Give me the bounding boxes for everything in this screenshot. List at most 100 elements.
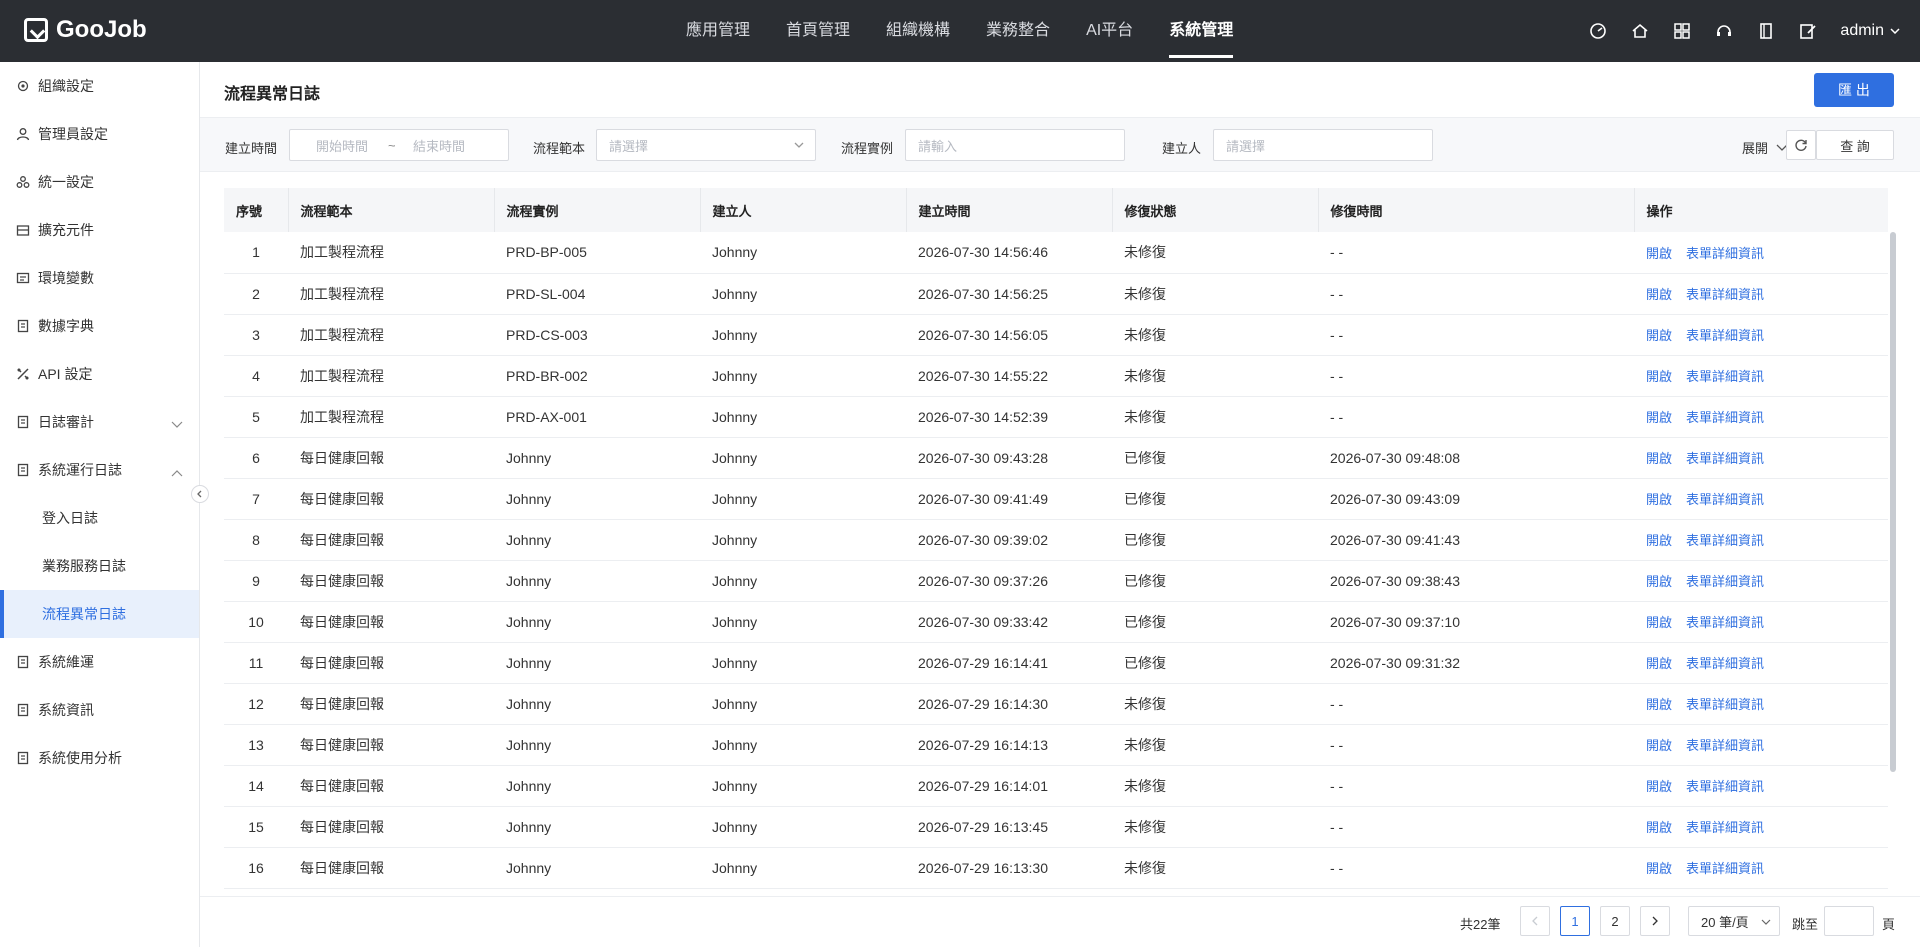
form-detail-link[interactable]: 表單詳細資訊 [1686,656,1764,671]
open-link[interactable]: 開啟 [1646,328,1672,343]
sidebar-item-usage-analysis[interactable]: 系統使用分析 [0,734,199,782]
table-row: 6 每日健康回報 Johnny Johnny 2026-07-30 09:43:28 已修… [224,437,1888,478]
expand-filters-button[interactable]: 展開 [1742,138,1788,157]
cell-created-time: 2026-07-29 16:13:45 [918,818,1048,835]
form-detail-link[interactable]: 表單詳細資訊 [1686,451,1764,466]
form-detail-link[interactable]: 表單詳細資訊 [1686,246,1764,261]
sidebar-item-extensions[interactable]: 擴充元件 [0,206,199,254]
sidebar-item-audit-logs[interactable]: 日誌審計 [0,398,199,446]
open-link[interactable]: 開啟 [1646,738,1672,753]
sidebar-item-system-info[interactable]: 系統資訊 [0,686,199,734]
query-button[interactable]: 查 詢 [1816,130,1894,160]
cell-instance: PRD-BR-002 [506,367,588,384]
open-link[interactable]: 開啟 [1646,410,1672,425]
sidebar-item-system-maintenance[interactable]: 系統維運 [0,638,199,686]
table-row: 2 加工製程流程 PRD-SL-004 Johnny 2026-07-30 14:56:… [224,273,1888,314]
prev-page-button[interactable] [1520,906,1550,936]
log-icon [16,463,30,477]
creator-select[interactable]: 請選擇 [1213,129,1433,161]
open-link[interactable]: 開啟 [1646,451,1672,466]
form-detail-link[interactable]: 表單詳細資訊 [1686,697,1764,712]
sidebar-item-data-dictionary[interactable]: 數據字典 [0,302,199,350]
edit-document-icon[interactable] [1798,21,1818,41]
form-detail-link[interactable]: 表單詳細資訊 [1686,533,1764,548]
main-content: 流程異常日誌 匯 出 建立時間 開始時間 ~ 結束時間 流程範本 請選擇 流程實… [200,62,1920,947]
open-link[interactable]: 開啟 [1646,492,1672,507]
chevron-down-icon [794,142,804,148]
table-scrollbar[interactable] [1890,232,1896,772]
book-icon[interactable] [1756,21,1776,41]
template-select[interactable]: 請選擇 [596,129,816,161]
form-detail-link[interactable]: 表單詳細資訊 [1686,861,1764,876]
sidebar-item-label: 環境變數 [38,270,94,286]
cell-repair-time: - - [1330,859,1344,876]
instance-input[interactable]: 請輸入 [905,129,1125,161]
open-link[interactable]: 開啟 [1646,574,1672,589]
topnav-business-integration[interactable]: 業務整合 [968,0,1068,62]
column-header-repair-time: 修復時間 [1318,188,1635,232]
support-icon[interactable] [1714,21,1734,41]
page-button-1[interactable]: 1 [1560,906,1590,936]
topnav-home-management[interactable]: 首頁管理 [768,0,868,62]
topnav-ai-platform[interactable]: AI平台 [1068,0,1151,62]
topnav-app-management[interactable]: 應用管理 [668,0,768,62]
open-link[interactable]: 開啟 [1646,533,1672,548]
sidebar-item-system-run-logs[interactable]: 系統運行日誌 [0,446,199,494]
sidebar-item-org-settings[interactable]: 組織設定 [0,62,199,110]
page-size-select[interactable]: 20 筆/頁 [1688,906,1780,936]
sidebar-subitem-process-exception-logs[interactable]: 流程異常日誌 [0,590,199,638]
chevron-up-icon [171,464,183,480]
chevron-down-icon [1890,28,1900,34]
sidebar-item-unified-settings[interactable]: 統一設定 [0,158,199,206]
form-detail-link[interactable]: 表單詳細資訊 [1686,328,1764,343]
form-detail-link[interactable]: 表單詳細資訊 [1686,820,1764,835]
cell-seq: 15 [248,818,264,835]
box-icon [16,223,30,237]
open-link[interactable]: 開啟 [1646,656,1672,671]
cell-instance: Johnny [506,490,552,507]
export-button[interactable]: 匯 出 [1814,73,1894,107]
form-detail-link[interactable]: 表單詳細資訊 [1686,738,1764,753]
open-link[interactable]: 開啟 [1646,820,1672,835]
form-detail-link[interactable]: 表單詳細資訊 [1686,410,1764,425]
open-link[interactable]: 開啟 [1646,697,1672,712]
apps-grid-icon[interactable] [1672,21,1692,41]
form-detail-link[interactable]: 表單詳細資訊 [1686,369,1764,384]
topnav-organization[interactable]: 組織機構 [868,0,968,62]
dashboard-icon[interactable] [1588,21,1608,41]
form-detail-link[interactable]: 表單詳細資訊 [1686,574,1764,589]
sidebar-subitem-business-service-logs[interactable]: 業務服務日誌 [0,542,199,590]
user-menu[interactable]: admin [1840,22,1900,40]
sidebar-item-admin-settings[interactable]: 管理員設定 [0,110,199,158]
refresh-button[interactable] [1786,130,1816,160]
jump-page-input[interactable] [1824,906,1874,936]
form-detail-link[interactable]: 表單詳細資訊 [1686,779,1764,794]
cell-template: 每日健康回報 [300,490,384,507]
cell-instance: Johnny [506,572,552,589]
home-icon[interactable] [1630,21,1650,41]
open-link[interactable]: 開啟 [1646,287,1672,302]
page-button-2[interactable]: 2 [1600,906,1630,936]
form-detail-link[interactable]: 表單詳細資訊 [1686,492,1764,507]
chevron-left-icon [1532,916,1538,926]
cell-template: 每日健康回報 [300,449,384,466]
open-link[interactable]: 開啟 [1646,369,1672,384]
sidebar-collapse-button[interactable] [191,485,209,503]
sidebar-item-env-variables[interactable]: 環境變數 [0,254,199,302]
open-link[interactable]: 開啟 [1646,779,1672,794]
sidebar-subitem-login-logs[interactable]: 登入日誌 [0,494,199,542]
topnav-system-management[interactable]: 系統管理 [1151,0,1251,62]
form-detail-link[interactable]: 表單詳細資訊 [1686,615,1764,630]
template-label: 流程範本 [533,141,586,156]
open-link[interactable]: 開啟 [1646,861,1672,876]
open-link[interactable]: 開啟 [1646,246,1672,261]
form-detail-link[interactable]: 表單詳細資訊 [1686,287,1764,302]
open-link[interactable]: 開啟 [1646,615,1672,630]
table-row: 13 每日健康回報 Johnny Johnny 2026-07-29 16:14:13 未… [224,724,1888,765]
sidebar-item-api-settings[interactable]: API 設定 [0,350,199,398]
sidebar-item-label: 日誌審計 [38,414,94,430]
cell-template: 加工製程流程 [300,408,384,425]
next-page-button[interactable] [1640,906,1670,936]
logo[interactable]: GooJob [24,16,147,44]
created-time-range-picker[interactable]: 開始時間 ~ 結束時間 [289,129,509,161]
